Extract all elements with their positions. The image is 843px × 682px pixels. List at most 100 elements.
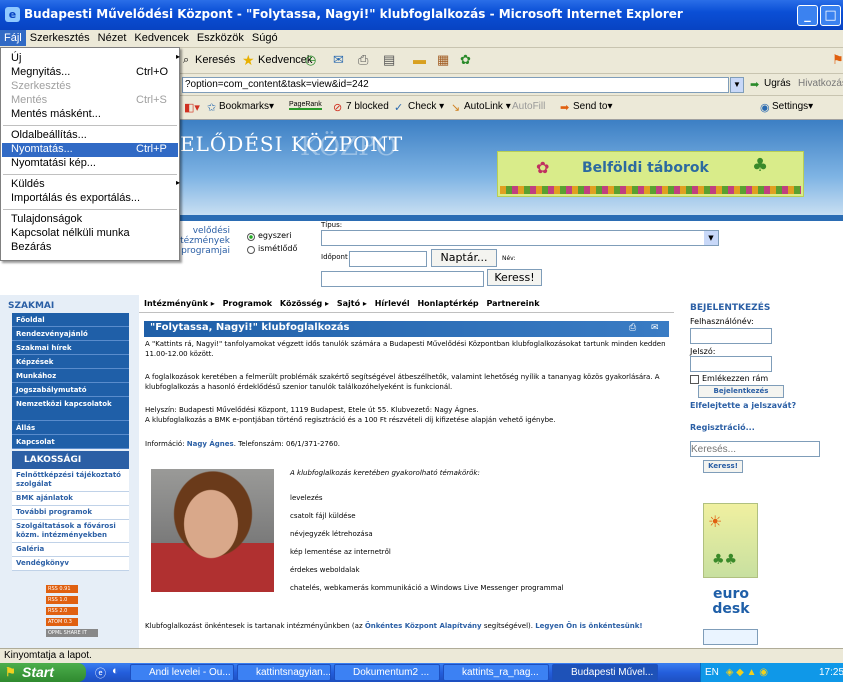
menu-item-properties[interactable]: Tulajdonságok — [11, 213, 82, 225]
search-icon[interactable]: ⌕ — [183, 54, 189, 67]
opml-badge[interactable]: OPML SHARE IT — [46, 629, 98, 637]
menu-help[interactable]: Súgó — [248, 30, 282, 46]
sendto-button[interactable]: Send to▾ — [573, 101, 613, 112]
folder-icon[interactable]: ▬ — [413, 52, 426, 67]
nav-community[interactable]: Közösség ▸ — [280, 299, 329, 308]
edit-icon[interactable]: ▤ — [383, 52, 395, 68]
sidebar-item-law[interactable]: Jogszabálymutató — [12, 383, 129, 397]
menu-file[interactable]: Fájl — [0, 30, 26, 46]
nav-press[interactable]: Sajtó ▸ — [337, 299, 367, 308]
menu-tools[interactable]: Eszközök — [193, 30, 248, 46]
sidebar-item-jobs[interactable]: Állás — [12, 421, 129, 435]
toolbar-logo-icon[interactable]: ◧▾ — [184, 101, 200, 114]
check-button[interactable]: Check ▾ — [408, 101, 444, 112]
menu-item-print[interactable]: Nyomtatás... Ctrl+P — [2, 143, 178, 157]
username-input[interactable] — [690, 328, 772, 344]
search-button[interactable]: Keresés — [195, 54, 235, 66]
sidebar-item-international[interactable]: Nemzetközi kapcsolatok — [12, 397, 129, 421]
site-search-input[interactable] — [690, 441, 820, 457]
bookmarks-button[interactable]: Bookmarks▾ — [219, 101, 274, 112]
task-word-1[interactable]: kattintsnagyian... — [237, 664, 331, 681]
language-indicator[interactable]: EN — [705, 667, 719, 678]
menu-item-close[interactable]: Bezárás — [11, 241, 51, 253]
popup-blocked-button[interactable]: 7 blocked — [346, 101, 389, 112]
register-link[interactable]: Regisztráció... — [690, 423, 755, 432]
messenger-icon[interactable]: ✿ — [460, 52, 471, 68]
history-icon[interactable]: ◷ — [305, 52, 316, 68]
autolink-button[interactable]: AutoLink ▾ — [464, 101, 511, 112]
task-word-2[interactable]: Dokumentum2 ... — [334, 664, 440, 681]
favorites-star-icon[interactable]: ★ — [242, 52, 255, 69]
menu-item-pagesetup[interactable]: Oldalbeállítás... — [11, 129, 87, 141]
menu-item-offline[interactable]: Kapcsolat nélküli munka — [11, 227, 130, 239]
menu-item-saveas[interactable]: Mentés másként... — [11, 108, 101, 120]
nav-newsletter[interactable]: Hírlevél — [375, 299, 410, 308]
mail-icon[interactable]: ✉ — [333, 52, 344, 68]
sidebar-item-adult-edu[interactable]: Felnőttképzési tájékoztató szolgálat — [12, 469, 129, 492]
radio-repeat[interactable] — [247, 246, 255, 254]
address-dropdown-icon[interactable]: ▼ — [730, 77, 744, 93]
menu-edit[interactable]: Szerkesztés — [26, 30, 94, 46]
sidebar-item-gallery[interactable]: Galéria — [12, 543, 129, 557]
sidebar-item-offers[interactable]: BMK ajánlatok — [12, 492, 129, 506]
quicklaunch-ie-icon[interactable]: ⓔ — [95, 665, 106, 681]
camp-ad-image[interactable]: ☀ ♣♣ — [703, 503, 758, 578]
task-ie[interactable]: Budapesti Művel... — [552, 664, 658, 681]
nav-programs[interactable]: Programok — [223, 299, 273, 308]
partner-banner[interactable] — [703, 629, 758, 645]
maximize-button[interactable]: □ — [820, 5, 841, 26]
go-button[interactable]: Ugrás — [764, 78, 791, 89]
calendar-button[interactable]: Naptár... — [431, 249, 497, 267]
menu-favorites[interactable]: Kedvencek — [130, 30, 192, 46]
print-icon[interactable]: ⎙ — [629, 323, 636, 333]
rss-20-badge[interactable]: RSS 2.0 — [46, 607, 78, 615]
login-button[interactable]: Bejelentkezés — [698, 385, 784, 398]
nav-sitemap[interactable]: Honlaptérkép — [417, 299, 478, 308]
sidebar-item-programs[interactable]: További programok — [12, 506, 129, 520]
atom-badge[interactable]: ATOM 0.3 — [46, 618, 78, 626]
sidebar-item-news[interactable]: Szakmai hírek — [12, 341, 129, 355]
start-button[interactable]: ⚑ Start — [0, 663, 86, 682]
volunteer-foundation-link[interactable]: Önkéntes Központ Alapítvány — [365, 622, 482, 630]
menu-view[interactable]: Nézet — [94, 30, 131, 46]
sidebar-item-courses[interactable]: Képzések — [12, 355, 129, 369]
volunteer-cta-link[interactable]: Legyen Ön is önkéntesünk! — [535, 622, 642, 630]
email-icon[interactable]: ✉ — [651, 323, 659, 333]
tray-icons[interactable]: ◈ ◆ ▲ ◉ — [726, 667, 768, 678]
nav-institution[interactable]: Intézményünk ▸ — [144, 299, 215, 308]
site-search-button[interactable]: Keress! — [703, 460, 743, 473]
sidebar-item-contact[interactable]: Kapcsolat — [12, 435, 129, 449]
menu-item-open[interactable]: Megnyitás... Ctrl+O — [11, 66, 168, 78]
minimize-button[interactable]: _ — [797, 5, 818, 26]
radio-once[interactable] — [247, 233, 255, 241]
sidebar-item-work[interactable]: Munkához — [12, 369, 129, 383]
info-name-link[interactable]: Nagy Ágnes — [187, 440, 234, 448]
research-icon[interactable]: ▦ — [437, 52, 449, 68]
forgot-password-link[interactable]: Elfelejtette a jelszavát? — [690, 401, 796, 410]
quicklaunch-desktop-icon[interactable]: ◐ — [112, 665, 119, 677]
camp-banner[interactable]: ✿ Belföldi táborok ♣ — [497, 151, 804, 197]
address-input[interactable]: ?option=com_content&task=view&id=242 — [182, 77, 729, 93]
eurodesk-logo[interactable]: euro desk — [705, 587, 757, 625]
go-arrow-icon[interactable]: ➡ — [750, 78, 759, 91]
menu-item-new[interactable]: Új ▸ — [11, 52, 180, 64]
nav-partners[interactable]: Partnereink — [486, 299, 539, 308]
pagerank-indicator[interactable]: PageRank — [289, 101, 322, 110]
menu-item-send[interactable]: Küldés ▸ — [11, 178, 180, 190]
remember-checkbox[interactable] — [690, 375, 699, 384]
settings-button[interactable]: Settings▾ — [772, 101, 813, 112]
autofill-button[interactable]: AutoFill — [512, 101, 545, 112]
date-input[interactable] — [349, 251, 427, 267]
sidebar-item-home[interactable]: Főoldal — [12, 313, 129, 327]
rss-091-badge[interactable]: RSS 0.91 — [46, 585, 78, 593]
sidebar-item-events[interactable]: Rendezvényajánló — [12, 327, 129, 341]
sidebar-item-guestbook[interactable]: Vendégkönyv — [12, 557, 129, 571]
links-label[interactable]: Hivatkozások — [798, 78, 843, 89]
task-word-3[interactable]: kattints_ra_nag... — [443, 664, 549, 681]
task-outlook[interactable]: Andi levelei - Ou... — [130, 664, 234, 681]
type-select[interactable]: ▼ — [321, 230, 719, 246]
name-input[interactable] — [321, 271, 484, 287]
rss-10-badge[interactable]: RSS 1.0 — [46, 596, 78, 604]
print-icon[interactable]: ⎙ — [358, 52, 368, 68]
menu-item-import[interactable]: Importálás és exportálás... — [11, 192, 140, 204]
